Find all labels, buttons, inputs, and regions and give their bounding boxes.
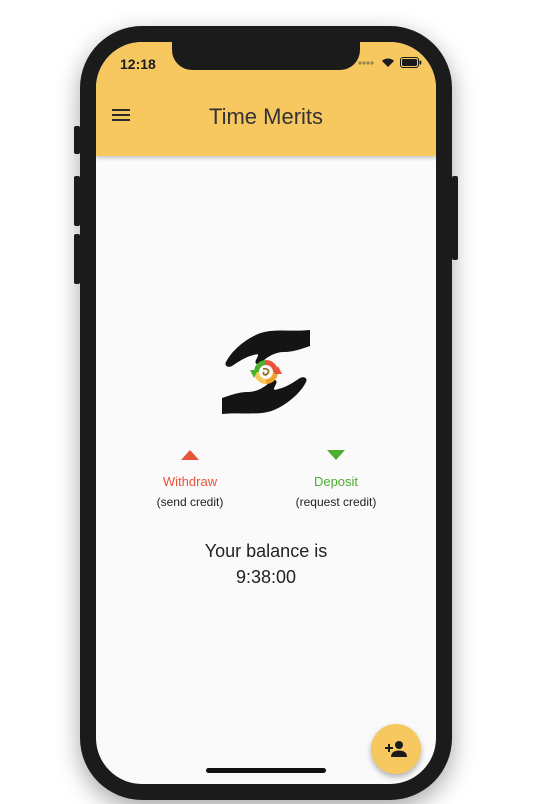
triangle-up-icon [181, 450, 199, 460]
time-merits-logo [222, 330, 310, 414]
phone-frame: 12:18 Time Merits Withdraw (send credit)… [74, 26, 458, 800]
battery-icon [400, 57, 422, 68]
mute-switch [74, 126, 80, 154]
status-icons [358, 57, 422, 68]
balance-label: Your balance is [204, 541, 328, 561]
add-contact-fab[interactable] [371, 724, 421, 774]
balance-value: 9:38:00 [235, 567, 297, 587]
withdraw-button[interactable]: Withdraw (send credit) [120, 450, 260, 509]
status-time: 12:18 [120, 56, 156, 72]
volume-down-button [74, 234, 80, 284]
screen: 12:18 Time Merits Withdraw (send credit)… [96, 42, 436, 784]
power-button [452, 176, 458, 260]
app-bar: 12:18 Time Merits [96, 42, 436, 156]
home-indicator[interactable] [206, 768, 326, 773]
wifi-icon [382, 58, 394, 67]
signal-icon [358, 60, 374, 65]
volume-up-button [74, 176, 80, 226]
deposit-button[interactable]: Deposit (request credit) [266, 450, 406, 509]
triangle-down-icon [327, 450, 345, 460]
app-title: Time Merits [208, 104, 324, 129]
withdraw-sublabel: (send credit) [156, 495, 224, 509]
deposit-label: Deposit [313, 474, 359, 489]
notch [172, 42, 360, 70]
add-person-icon [385, 741, 407, 757]
withdraw-label: Withdraw [162, 474, 218, 489]
balance-block: Your balance is 9:38:00 [96, 538, 436, 590]
deposit-sublabel: (request credit) [295, 495, 377, 509]
